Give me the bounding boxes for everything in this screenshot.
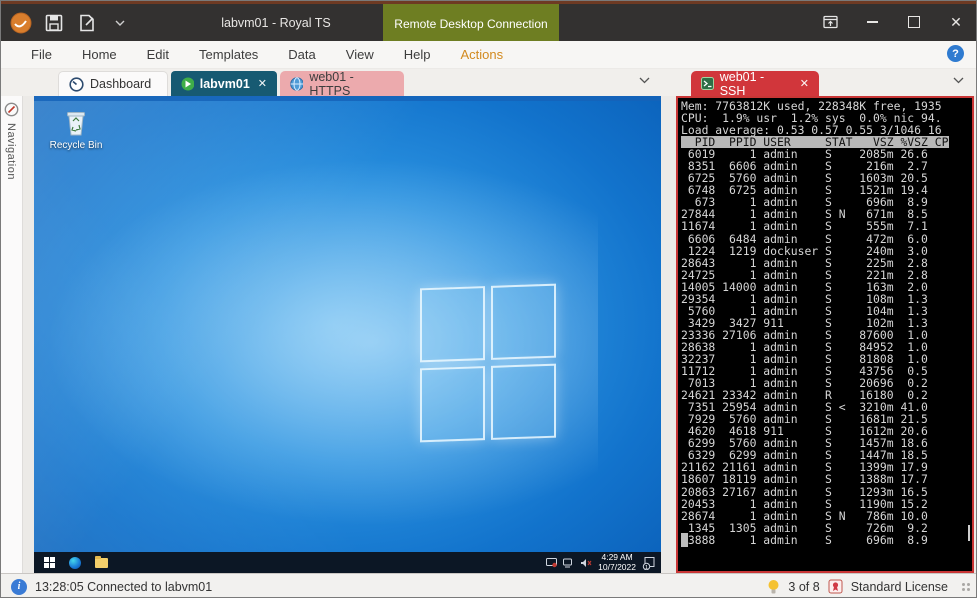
terminal-line: 3888 1 admin S 696m 8.9	[681, 534, 972, 546]
app-logo-icon[interactable]	[9, 11, 33, 35]
tab-labvm01-close-icon[interactable]: ✕	[258, 77, 267, 90]
action-center-icon[interactable]: 1	[642, 556, 656, 570]
terminal-line: 24725 1 admin S 221m 2.8	[681, 269, 972, 281]
terminal-line: 1224 1219 dockuser S 240m 3.0	[681, 245, 972, 257]
tab-dashboard[interactable]: Dashboard	[58, 71, 168, 96]
tray-rdp-icon[interactable]	[546, 558, 557, 568]
clock-date: 10/7/2022	[598, 563, 636, 573]
window-title: labvm01 - Royal TS	[171, 4, 381, 41]
tab-web01-https-label: web01 - HTTPS	[309, 70, 394, 98]
compass-icon	[4, 102, 19, 117]
recycle-bin-desktop-icon[interactable]: Recycle Bin	[46, 108, 106, 151]
tab-labvm01[interactable]: labvm01 ✕	[171, 71, 277, 96]
titlebar: labvm01 - Royal TS Remote Desktop Connec…	[1, 1, 977, 41]
terminal-line: 29354 1 admin S 108m 1.3	[681, 293, 972, 305]
terminal-cursor	[681, 533, 688, 547]
save-icon[interactable]	[42, 11, 66, 35]
terminal-line: 6606 6484 admin S 472m 6.0	[681, 233, 972, 245]
dashboard-gauge-icon	[69, 77, 84, 92]
terminal-line: 28674 1 admin S N 786m 10.0	[681, 510, 972, 522]
windows-logo	[420, 284, 556, 443]
tray-network-icon[interactable]	[563, 558, 574, 568]
menu-item-actions[interactable]: Actions	[448, 43, 515, 66]
recycle-bin-label: Recycle Bin	[46, 140, 106, 151]
wallpaper-top-edge	[34, 96, 661, 101]
terminal-line: 20863 27167 admin S 1293m 16.5	[681, 486, 972, 498]
tab-strip: Dashboard labvm01 ✕ web01 - HTTPS we	[1, 69, 977, 96]
tab-dashboard-label: Dashboard	[90, 77, 151, 91]
terminal-scrollbar[interactable]	[968, 525, 970, 541]
menu-item-data[interactable]: Data	[276, 43, 327, 66]
ssh-terminal-panel[interactable]: Mem: 7763812K used, 228348K free, 1935CP…	[676, 96, 974, 573]
menu-item-view[interactable]: View	[334, 43, 386, 66]
royal-ts-window: labvm01 - Royal TS Remote Desktop Connec…	[0, 0, 977, 598]
navigation-label: Navigation	[5, 123, 17, 180]
connection-type-tab[interactable]: Remote Desktop Connection	[383, 4, 559, 44]
terminal-body[interactable]: Mem: 7763812K used, 228348K free, 1935CP…	[678, 98, 972, 546]
tab-labvm01-label: labvm01	[200, 77, 250, 91]
statusbar: i 13:28:05 Connected to labvm01 3 of 8 S…	[1, 573, 977, 598]
tray-volume-muted-icon[interactable]	[580, 558, 592, 568]
terminal-line: 20453 1 admin S 1190m 15.2	[681, 498, 972, 510]
remote-taskbar: 4:29 AM 10/7/2022 1	[34, 552, 661, 573]
menu-item-home[interactable]: Home	[70, 43, 129, 66]
start-button-icon[interactable]	[44, 557, 55, 568]
menubar: File Home Edit Templates Data View HelpActions…	[1, 41, 977, 69]
right-tab-list-chevron-icon[interactable]	[953, 77, 964, 84]
terminal-line: 14005 14000 admin S 163m 2.0	[681, 281, 972, 293]
wallpaper-beam	[34, 96, 661, 573]
terminal-line: 18607 18119 admin S 1388m 17.7	[681, 473, 972, 485]
connection-counter: 3 of 8	[788, 580, 819, 594]
terminal-line: 1345 1305 admin S 726m 9.2	[681, 522, 972, 534]
close-button[interactable]: ✕	[940, 8, 972, 36]
status-message: 13:28:05 Connected to labvm01	[35, 580, 212, 594]
license-label: Standard License	[851, 580, 948, 594]
tab-web01-https[interactable]: web01 - HTTPS	[280, 71, 404, 96]
tab-web01-ssh-close-icon[interactable]: ✕	[800, 77, 809, 90]
window-controls: ✕	[814, 8, 972, 36]
quick-access-toolbar	[9, 11, 132, 35]
dock-window-icon[interactable]	[814, 8, 846, 36]
recycle-bin-icon	[63, 108, 89, 138]
lightbulb-icon	[767, 579, 780, 595]
menu-item-help[interactable]: Help	[392, 43, 443, 66]
menu-item-file[interactable]: File	[19, 43, 64, 66]
system-tray: 4:29 AM 10/7/2022 1	[546, 553, 656, 572]
navigation-panel-collapsed[interactable]: Navigation	[1, 96, 23, 575]
rdp-viewport[interactable]: Recycle Bin	[34, 96, 661, 573]
globe-icon	[290, 77, 303, 91]
maximize-button[interactable]	[898, 8, 930, 36]
taskbar-clock[interactable]: 4:29 AM 10/7/2022	[598, 553, 636, 572]
license-icon	[828, 579, 843, 594]
content-area: Navigation Recycle Bin	[1, 96, 977, 575]
info-icon: i	[11, 579, 27, 595]
new-document-icon[interactable]	[75, 11, 99, 35]
terminal-icon	[701, 77, 714, 90]
edge-browser-icon[interactable]	[69, 557, 81, 569]
terminal-line: 28643 1 admin S 225m 2.8	[681, 257, 972, 269]
qat-chevron-down-icon[interactable]	[108, 11, 132, 35]
menu-item-edit[interactable]: Edit	[135, 43, 181, 66]
file-explorer-icon[interactable]	[95, 558, 108, 568]
help-icon[interactable]: ?	[947, 45, 964, 62]
resize-grip[interactable]	[962, 583, 970, 591]
terminal-line: 11674 1 admin S 555m 7.1	[681, 220, 972, 232]
rdp-session-icon	[181, 77, 194, 91]
tab-web01-ssh[interactable]: web01 - SSH ✕	[691, 71, 819, 96]
notification-badge: 1	[645, 565, 648, 570]
tab-list-chevron-icon[interactable]	[639, 77, 650, 84]
menu-item-templates[interactable]: Templates	[187, 43, 270, 66]
minimize-button[interactable]	[856, 8, 888, 36]
menu-items: File Home Edit Templates Data View HelpActions	[19, 43, 521, 66]
tab-web01-ssh-label: web01 - SSH	[720, 70, 792, 98]
